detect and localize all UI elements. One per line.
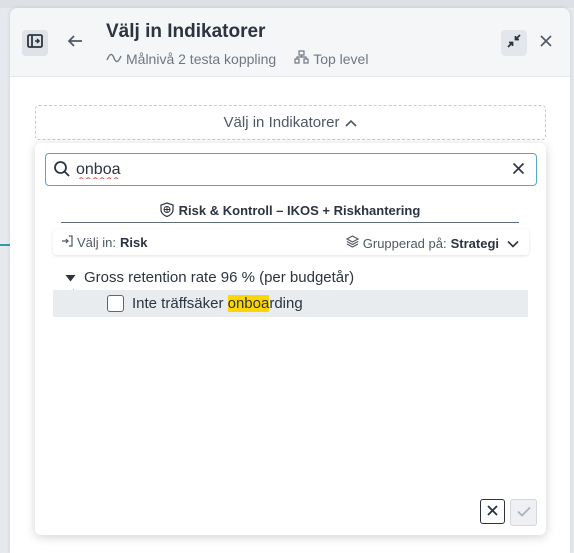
source-label: Risk & Kontroll – IKOS + Riskhantering: [178, 203, 421, 218]
page-title: Välj in Indikatorer: [106, 21, 266, 42]
selector-label: Välj in Indikatorer: [223, 114, 340, 131]
collapse-icon: [507, 33, 521, 53]
sidebar-toggle-button[interactable]: [22, 30, 48, 56]
select-in-filter[interactable]: Välj in: Risk: [61, 235, 148, 250]
wave-icon: [106, 51, 122, 67]
breadcrumb-item[interactable]: Målnivå 2 testa koppling: [126, 51, 276, 67]
confirm-button[interactable]: [510, 499, 537, 526]
hierarchy-icon: [294, 50, 309, 67]
list-item[interactable]: Inte träffsäker onboarding: [53, 290, 528, 317]
x-icon: [487, 503, 498, 521]
close-icon: [540, 34, 552, 52]
close-button[interactable]: [533, 30, 559, 56]
group-label: Gross retention rate 96 % (per budgetår): [84, 268, 355, 286]
select-in-label: Välj in:: [77, 235, 117, 250]
item-checkbox[interactable]: [107, 295, 124, 312]
search-highlight: onboa: [227, 295, 270, 312]
caret-down-icon: [65, 269, 76, 286]
background-accent-line: [0, 244, 10, 246]
sidebar-toggle-icon: [27, 33, 43, 53]
cancel-button[interactable]: [480, 499, 505, 524]
group-by-value: Strategi: [450, 235, 499, 251]
chevron-up-icon: [345, 114, 358, 131]
sign-in-icon: [61, 235, 73, 250]
filter-bar: Välj in: Risk Grupperad på: Strategi: [53, 229, 529, 255]
breadcrumb-level[interactable]: Top level: [313, 51, 368, 67]
back-button[interactable]: [62, 30, 88, 56]
group-by-filter[interactable]: Grupperad på: Strategi: [345, 235, 519, 251]
panel-header: Välj in Indikatorer Målnivå 2 testa kopp…: [10, 8, 570, 76]
indicator-dropdown: Risk & Kontroll – IKOS + Riskhantering V…: [35, 143, 546, 535]
chevron-down-icon: [507, 236, 519, 251]
tree-group[interactable]: Gross retention rate 96 % (per budgetår): [65, 267, 354, 287]
source-header: Risk & Kontroll – IKOS + Riskhantering: [61, 199, 519, 223]
select-in-value: Risk: [120, 235, 148, 250]
search-input[interactable]: [76, 158, 496, 181]
clear-icon[interactable]: [512, 162, 525, 180]
breadcrumb: Målnivå 2 testa koppling Top level: [106, 50, 368, 67]
background-strip: [0, 0, 574, 8]
search-field: [45, 153, 537, 186]
check-icon: [516, 504, 531, 522]
indicator-selector[interactable]: Välj in Indikatorer: [35, 105, 546, 140]
search-icon: [53, 160, 71, 183]
arrow-left-icon: [67, 34, 83, 53]
group-by-label: Grupperad på:: [362, 235, 447, 251]
layers-icon: [345, 235, 359, 251]
globe-shield-icon: [160, 201, 174, 220]
item-label: Inte träffsäker onboarding: [132, 295, 303, 312]
collapse-button[interactable]: [501, 30, 527, 56]
